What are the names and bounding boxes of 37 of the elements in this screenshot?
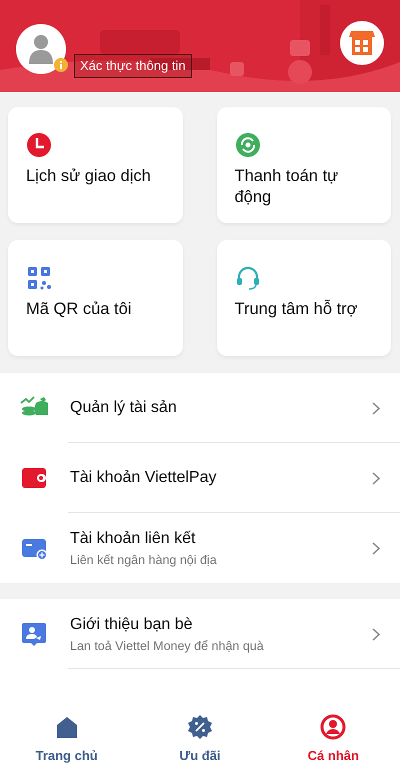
shortcut-card[interactable]: Thanh toán tự động: [216, 107, 391, 223]
menu-row[interactable]: Tài khoản liên kết Liên kết ngân hàng nội địa: [0, 513, 400, 583]
shortcut-card[interactable]: Trung tâm hỗ trợ: [216, 240, 391, 356]
qr-code-icon: [26, 265, 52, 291]
shortcut-label: Thanh toán tự động: [234, 166, 340, 208]
shortcut-label: Trung tâm hỗ trợ: [234, 299, 359, 320]
chevron-right-icon: [372, 472, 380, 484]
person-icon: [28, 34, 54, 64]
nav-tab[interactable]: Ưu đãi: [133, 714, 267, 782]
shortcut-card[interactable]: Mã QR của tôi: [8, 240, 182, 356]
discount-badge-icon: [186, 714, 213, 740]
chevron-right-icon: [372, 542, 380, 554]
store-icon: [349, 31, 375, 55]
info-icon: [54, 58, 68, 72]
shortcut-card[interactable]: Lịch sử giao dịch: [8, 107, 182, 223]
menu-row[interactable]: Giới thiệu bạn bè Lan toả Viettel Money để nhận quà: [0, 599, 400, 669]
menu-subtitle: Lan toả Viettel Money để nhận quà: [70, 638, 265, 655]
profile-icon: [320, 714, 346, 740]
refresh-icon: [234, 132, 260, 158]
menu-subtitle: Liên kết ngân hàng nội địa: [70, 552, 218, 569]
shortcut-label: Lịch sử giao dịch: [26, 166, 152, 187]
clock-icon: [26, 132, 52, 158]
chevron-right-icon: [372, 628, 380, 640]
nav-tab[interactable]: Trang chủ: [0, 714, 134, 782]
menu-title: Giới thiệu bạn bè: [70, 614, 194, 635]
menu-row[interactable]: Quản lý tài sản: [0, 373, 400, 443]
menu-title: Tài khoản liên kết: [70, 528, 196, 549]
menu-title: Quản lý tài sản: [70, 398, 178, 418]
shortcut-label: Mã QR của tôi: [26, 299, 132, 320]
person-chat-icon: [20, 621, 48, 647]
chevron-right-icon: [372, 402, 380, 414]
nav-tab[interactable]: Cá nhân: [266, 714, 400, 782]
wallet-icon: [20, 465, 48, 491]
verify-info-label[interactable]: Xác thực thông tin: [74, 54, 192, 78]
menu-row[interactable]: Tài khoản ViettelPay: [0, 443, 400, 513]
menu-title: Tài khoản ViettelPay: [70, 468, 218, 488]
headset-icon: [234, 265, 260, 291]
